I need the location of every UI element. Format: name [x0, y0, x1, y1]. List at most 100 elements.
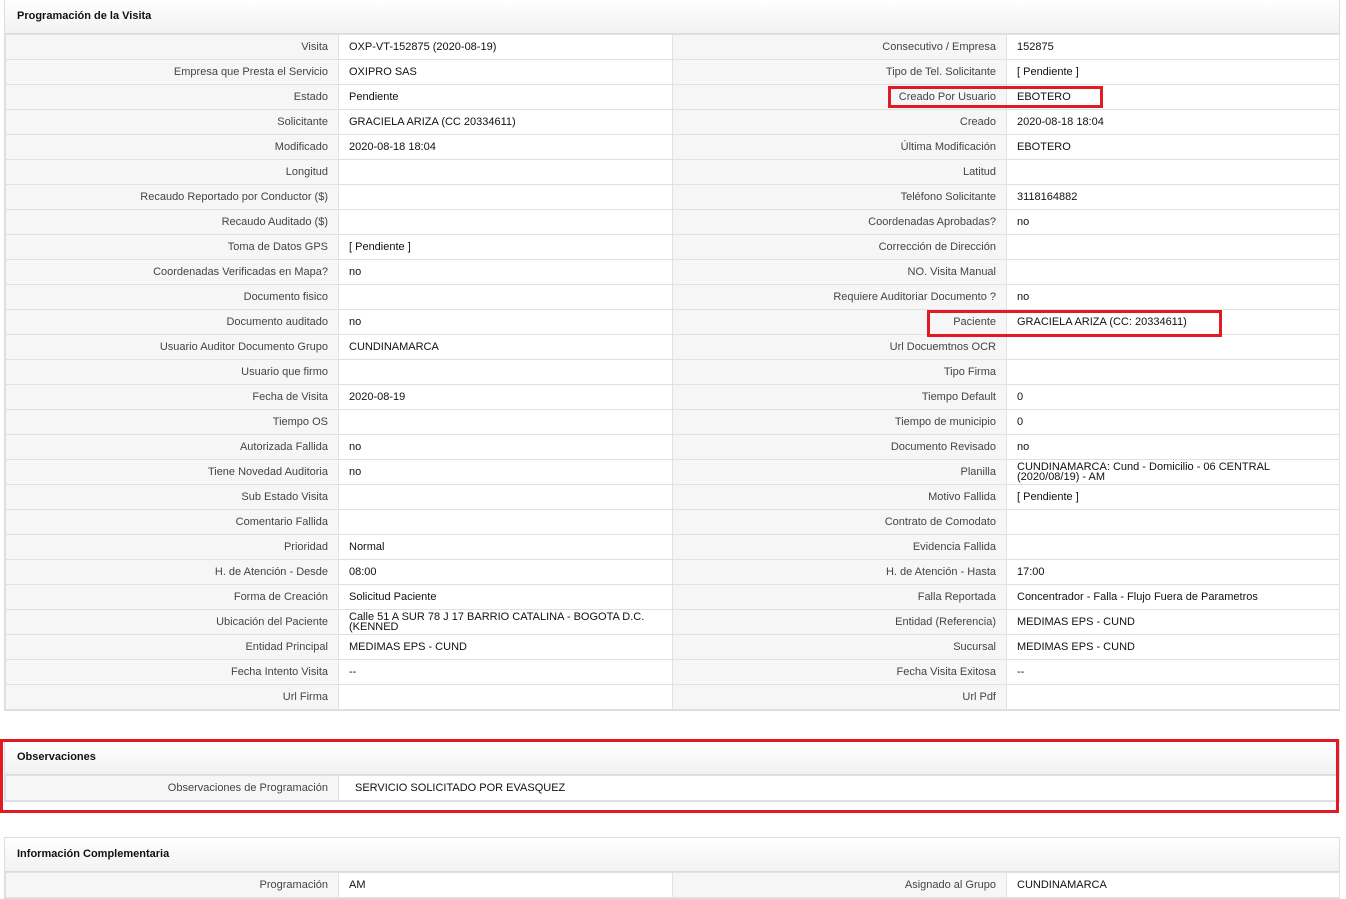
- programacion-title: Programación de la Visita: [5, 0, 1339, 34]
- value-right: 152875: [1006, 34, 1340, 60]
- value-left: [338, 409, 673, 435]
- label-left: Longitud: [5, 159, 339, 185]
- highlight-paciente: [927, 310, 1222, 337]
- highlight-creado-por-usuario: [888, 86, 1103, 108]
- value-left: no: [338, 259, 673, 285]
- value-left: Pendiente: [338, 84, 673, 110]
- value-right: EBOTERO: [1006, 134, 1340, 160]
- table-row: Fecha de Visita 2020-08-19 Tiempo Default…: [5, 384, 1340, 410]
- value-right: [1006, 534, 1340, 560]
- label-left: Forma de Creación: [5, 584, 339, 610]
- label-left: Fecha de Visita: [5, 384, 339, 410]
- value-right: [1006, 509, 1340, 535]
- programacion-table-body: Visita OXP-VT-152875 (2020-08-19) Consecut…: [5, 34, 1340, 710]
- value-left: Solicitud Paciente: [338, 584, 673, 610]
- label-left: Sub Estado Visita: [5, 484, 339, 510]
- table-row: Comentario Fallida Contrato de Comodato: [5, 509, 1340, 535]
- label-left: H. de Atención - Desde: [5, 559, 339, 585]
- label-left: Documento fisico: [5, 284, 339, 310]
- value-right: CUNDINAMARCA: Cund - Domicilio - 06 CENT…: [1006, 459, 1340, 485]
- programacion-panel: Programación de la Visita Visita OXP-VT-1…: [4, 0, 1340, 711]
- label-left: Recaudo Reportado por Conductor ($): [5, 184, 339, 210]
- value-right: 0: [1006, 409, 1340, 435]
- table-row: Ubicación del Paciente Calle 51 A SUR 78 …: [5, 609, 1340, 635]
- table-row: Entidad Principal MEDIMAS EPS - CUND Sucur…: [5, 634, 1340, 660]
- label-right: NO. Visita Manual: [672, 259, 1007, 285]
- label-right: Entidad (Referencia): [672, 609, 1007, 635]
- value-right: [1006, 334, 1340, 360]
- value-right: [1006, 159, 1340, 185]
- value-right: no: [1006, 209, 1340, 235]
- informacion-complementaria-panel: Información Complementaria Programación …: [4, 837, 1340, 899]
- label-right: Última Modificación: [672, 134, 1007, 160]
- value-right: [1006, 359, 1340, 385]
- value-left: --: [338, 659, 673, 685]
- label-right: Url Docuemtnos OCR: [672, 334, 1007, 360]
- label-left: Prioridad: [5, 534, 339, 560]
- value-left: [338, 684, 673, 710]
- label-left: Visita: [5, 34, 339, 60]
- table-row: Coordenadas Verificadas en Mapa? no NO. V…: [5, 259, 1340, 285]
- table-row: Tiempo OS Tiempo de municipio 0: [5, 409, 1340, 435]
- value-right: no: [1006, 434, 1340, 460]
- value-left: [338, 509, 673, 535]
- label-right: Tiempo de municipio: [672, 409, 1007, 435]
- label-left: Autorizada Fallida: [5, 434, 339, 460]
- value-left: no: [338, 309, 673, 335]
- label-right: Tipo Firma: [672, 359, 1007, 385]
- table-row: Usuario que firmo Tipo Firma: [5, 359, 1340, 385]
- value-left: Calle 51 A SUR 78 J 17 BARRIO CATALINA -…: [338, 609, 673, 635]
- label-left: Tiene Novedad Auditoria: [5, 459, 339, 485]
- label-left: Coordenadas Verificadas en Mapa?: [5, 259, 339, 285]
- label-left: Modificado: [5, 134, 339, 160]
- label-left: Entidad Principal: [5, 634, 339, 660]
- value-left: [338, 284, 673, 310]
- label-left: Recaudo Auditado ($): [5, 209, 339, 235]
- label-right: Motivo Fallida: [672, 484, 1007, 510]
- value-right: 2020-08-18 18:04: [1006, 109, 1340, 135]
- label-left: Estado: [5, 84, 339, 110]
- value-left: [338, 484, 673, 510]
- label-left: Fecha Intento Visita: [5, 659, 339, 685]
- label-right: Latitud: [672, 159, 1007, 185]
- highlight-observaciones: [0, 739, 1339, 813]
- table-row: Estado Pendiente Creado Por Usuario EBOTERO: [5, 84, 1340, 110]
- label-right: Coordenadas Aprobadas?: [672, 209, 1007, 235]
- table-row: Fecha Intento Visita -- Fecha Visita Exit…: [5, 659, 1340, 685]
- value-left: CUNDINAMARCA: [338, 334, 673, 360]
- label-right: Creado: [672, 109, 1007, 135]
- table-row: Forma de Creación Solicitud Paciente Falla…: [5, 584, 1340, 610]
- value-right: no: [1006, 284, 1340, 310]
- table-row: Recaudo Auditado ($) Coordenadas Aprobada…: [5, 209, 1340, 235]
- value-right: 0: [1006, 384, 1340, 410]
- value-left: Normal: [338, 534, 673, 560]
- label-left: Toma de Datos GPS: [5, 234, 339, 260]
- table-row: Recaudo Reportado por Conductor ($) Teléf…: [5, 184, 1340, 210]
- label-left: Usuario que firmo: [5, 359, 339, 385]
- info-value-2: CUNDINAMARCA: [1006, 872, 1340, 898]
- value-right: MEDIMAS EPS - CUND: [1006, 609, 1340, 635]
- label-left: Ubicación del Paciente: [5, 609, 339, 635]
- value-left: [338, 184, 673, 210]
- info-label-1: Programación: [5, 872, 339, 898]
- label-left: Tiempo OS: [5, 409, 339, 435]
- info-label-2: Asignado al Grupo: [672, 872, 1007, 898]
- value-right: [ Pendiente ]: [1006, 484, 1340, 510]
- label-left: Documento auditado: [5, 309, 339, 335]
- label-left: Url Firma: [5, 684, 339, 710]
- value-right: MEDIMAS EPS - CUND: [1006, 634, 1340, 660]
- label-right: Sucursal: [672, 634, 1007, 660]
- table-row: Usuario Auditor Documento Grupo CUNDINAMA…: [5, 334, 1340, 360]
- value-left: [338, 209, 673, 235]
- label-right: Contrato de Comodato: [672, 509, 1007, 535]
- label-right: Evidencia Fallida: [672, 534, 1007, 560]
- table-row: Solicitante GRACIELA ARIZA (CC 20334611) C…: [5, 109, 1340, 135]
- table-row: Programación AM Asignado al Grupo CUNDIN…: [5, 872, 1340, 898]
- label-right: Corrección de Dirección: [672, 234, 1007, 260]
- value-left: MEDIMAS EPS - CUND: [338, 634, 673, 660]
- value-left: no: [338, 434, 673, 460]
- value-right: [1006, 234, 1340, 260]
- value-left: [338, 159, 673, 185]
- value-left: 08:00: [338, 559, 673, 585]
- label-right: Url Pdf: [672, 684, 1007, 710]
